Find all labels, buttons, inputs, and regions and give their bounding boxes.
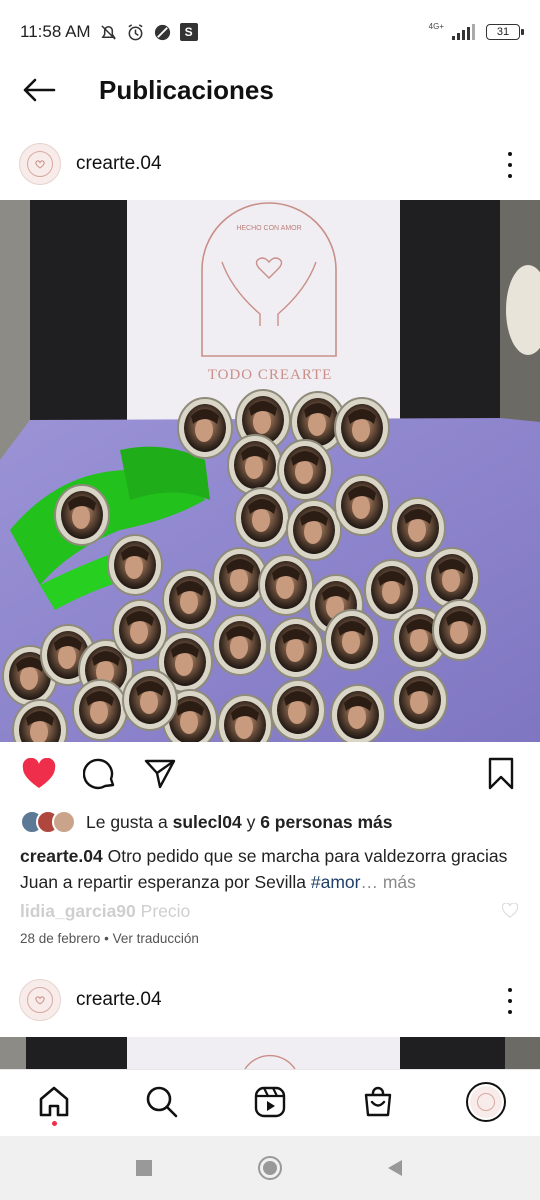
comment-text: Precio bbox=[140, 900, 191, 921]
more-options-icon[interactable] bbox=[500, 152, 520, 178]
battery-icon: 31 bbox=[486, 24, 524, 40]
alarm-icon bbox=[126, 23, 145, 42]
post-date-row: 28 de febrero • Ver traducción bbox=[20, 931, 199, 946]
recents-button[interactable] bbox=[130, 1154, 158, 1182]
page-title: Publicaciones bbox=[99, 75, 274, 105]
post-photo-illustration bbox=[0, 1037, 540, 1069]
more-options-icon[interactable] bbox=[500, 988, 520, 1014]
caption: crearte.04 Otro pedido que se marcha par… bbox=[20, 846, 508, 892]
caption-username[interactable]: crearte.04 bbox=[20, 846, 103, 866]
post-photo-illustration: HECHO CON AMOR TODO CREARTE bbox=[0, 200, 540, 742]
s-app-icon: S bbox=[179, 23, 198, 41]
comment-username: lidia_garcia90 bbox=[20, 900, 136, 921]
network-type: 4G+ bbox=[428, 21, 444, 31]
post-actions bbox=[0, 752, 540, 796]
system-nav bbox=[0, 1136, 540, 1200]
bottom-nav bbox=[0, 1069, 540, 1135]
header: Publicaciones bbox=[0, 64, 540, 116]
reels-icon[interactable] bbox=[250, 1082, 290, 1122]
post-date: 28 de febrero bbox=[20, 931, 101, 946]
comment-heart-icon[interactable] bbox=[501, 902, 519, 923]
caption-hashtag[interactable]: #amor bbox=[311, 872, 361, 892]
status-time: 11:58 AM bbox=[20, 22, 91, 41]
liker-username: sulecl04 bbox=[172, 811, 242, 832]
post-username[interactable]: crearte.04 bbox=[76, 989, 162, 1011]
post-username[interactable]: crearte.04 bbox=[76, 153, 162, 175]
profile-avatar[interactable] bbox=[466, 1082, 506, 1122]
status-bar: 11:58 AM S 4G+ 31 bbox=[0, 0, 540, 64]
shop-icon[interactable] bbox=[358, 1082, 398, 1122]
battery-level: 31 bbox=[496, 26, 510, 38]
likes-others: 6 personas más bbox=[260, 811, 393, 832]
translate-link[interactable]: Ver traducción bbox=[113, 931, 199, 946]
avatar[interactable] bbox=[19, 143, 61, 185]
post-image[interactable] bbox=[0, 1037, 540, 1069]
mute-icon bbox=[99, 23, 118, 42]
likes-text: Le gusta a sulecl04 y 6 personas más bbox=[86, 811, 393, 832]
avatar[interactable] bbox=[19, 979, 61, 1021]
comment-icon[interactable] bbox=[82, 756, 118, 792]
post-header: crearte.04 bbox=[0, 968, 540, 1032]
comment-preview[interactable]: lidia_garcia90 Precio bbox=[20, 898, 520, 924]
like-heart-icon[interactable] bbox=[21, 756, 57, 792]
home-icon[interactable] bbox=[34, 1082, 74, 1122]
post-image[interactable]: HECHO CON AMOR TODO CREARTE bbox=[0, 200, 540, 742]
bookmark-icon[interactable] bbox=[483, 756, 519, 792]
caption-more-link[interactable]: más bbox=[383, 872, 416, 892]
logo-icon bbox=[27, 987, 53, 1013]
back-arrow-icon[interactable] bbox=[20, 74, 58, 106]
home-button[interactable] bbox=[256, 1154, 284, 1182]
likes-row[interactable]: Le gusta a sulecl04 y 6 personas más bbox=[20, 808, 392, 836]
dnd-icon bbox=[153, 23, 172, 42]
card-text-main: TODO CREARTE bbox=[208, 367, 333, 383]
liker-avatars bbox=[20, 810, 76, 834]
back-button[interactable] bbox=[381, 1154, 409, 1182]
avatar bbox=[52, 810, 76, 834]
search-icon[interactable] bbox=[142, 1082, 182, 1122]
logo-icon bbox=[27, 151, 53, 177]
post-header: crearte.04 bbox=[0, 132, 540, 196]
signal-icon bbox=[452, 23, 478, 42]
home-notification-dot bbox=[52, 1121, 57, 1126]
card-text-top: HECHO CON AMOR bbox=[236, 225, 301, 232]
share-icon[interactable] bbox=[142, 756, 178, 792]
